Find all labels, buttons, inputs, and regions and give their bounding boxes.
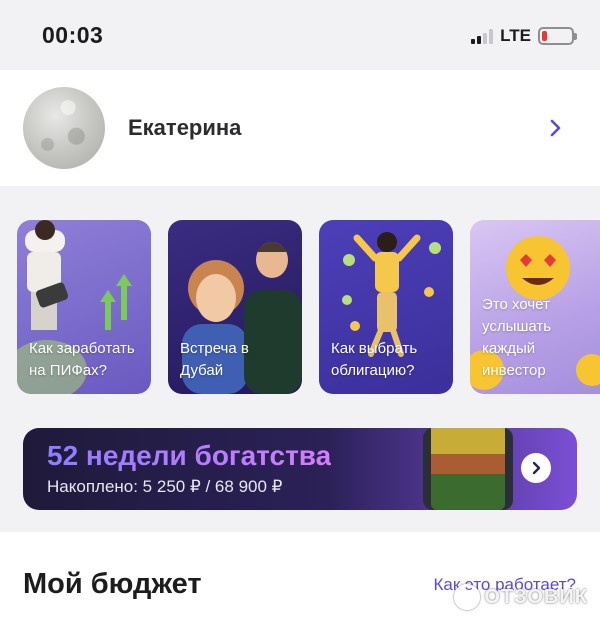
battery-icon	[538, 27, 577, 45]
banner-progress: Накоплено: 5 250 ₽ / 68 900 ₽	[47, 477, 283, 496]
savings-challenge-banner[interactable]: 52 недели богатства Накоплено: 5 250 ₽ /…	[23, 428, 577, 510]
story-card[interactable]: Как выбрать облигацию?	[319, 220, 453, 394]
signal-icon	[471, 28, 494, 44]
profile-row[interactable]: Екатерина	[0, 70, 600, 186]
watermark-text: ОТЗОВИК	[484, 585, 588, 608]
banner-arrow-button[interactable]	[521, 453, 551, 483]
chevron-right-icon[interactable]	[544, 117, 566, 139]
watermark-logo-icon	[454, 584, 481, 610]
profile-name: Екатерина	[128, 115, 242, 140]
section-title: Мой бюджет	[23, 568, 202, 600]
story-card[interactable]: Это хочет услышать каждый инвестор	[470, 220, 600, 394]
story-title: Встреча в Дубай	[180, 340, 249, 379]
story-title: Как выбрать облигацию?	[331, 340, 418, 379]
status-indicators: LTE	[471, 26, 577, 46]
banner-title: 52 недели богатства	[47, 440, 332, 471]
watermark: ОТЗОВИК	[454, 584, 588, 610]
story-title: Это хочет услышать каждый инвестор	[482, 296, 552, 379]
story-card[interactable]: Встреча в Дубай	[168, 220, 302, 394]
avatar[interactable]	[23, 87, 105, 169]
story-title: Как заработать на ПИФах?	[29, 340, 135, 379]
status-time: 00:03	[42, 22, 104, 48]
story-card[interactable]: Как заработать на ПИФах?	[17, 220, 151, 394]
chevron-right-icon	[532, 461, 541, 475]
status-bar: 00:03 LTE	[0, 0, 600, 70]
network-type: LTE	[500, 26, 531, 45]
phone-illustration	[423, 428, 513, 510]
